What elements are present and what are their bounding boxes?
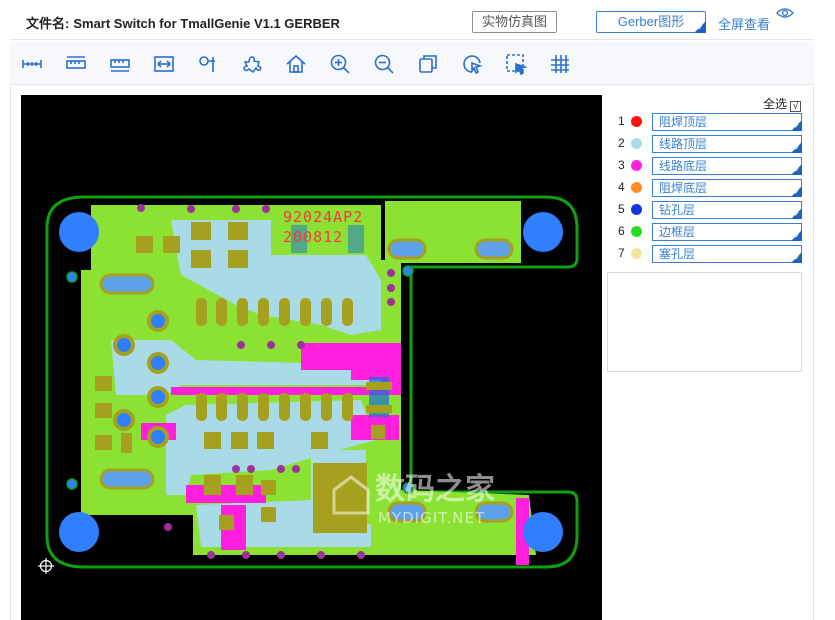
header-bar: 文件名: Smart Switch for TmallGenie V1.1 GER… — [10, 0, 814, 40]
layer-toggle[interactable]: 塞孔层 ✓ — [652, 245, 802, 263]
zoom-out-icon[interactable] — [373, 53, 395, 75]
layer-color-dot — [631, 204, 642, 215]
check-icon: ✓ — [794, 233, 800, 240]
layer-label: 阻焊顶层 — [659, 115, 708, 129]
layer-toggle[interactable]: 线路顶层 ✓ — [652, 135, 802, 153]
grid-icon[interactable] — [549, 53, 571, 75]
watermark-cn: 数码之家 — [375, 472, 495, 507]
silkscreen-text-2: 200812 — [283, 228, 343, 246]
layer-color-dot — [631, 138, 642, 149]
check-icon: ✓ — [794, 255, 800, 262]
home-icon[interactable] — [285, 53, 307, 75]
gerber-canvas[interactable]: 92024AP2 200812 数码之家 MYDIGIT.NET — [21, 95, 602, 620]
layer-row-1[interactable]: 1 阻焊顶层 ✓ — [618, 113, 804, 131]
pcb-board-drawing: 92024AP2 200812 数码之家 MYDIGIT.NET — [38, 195, 579, 574]
silkscreen-text-1: 92024AP2 — [283, 208, 363, 226]
layer-toggle[interactable]: 阻焊底层 ✓ — [652, 179, 802, 197]
check-icon: ✓ — [794, 167, 800, 174]
layer-label: 线路顶层 — [659, 137, 708, 151]
check-icon: ✓ — [794, 123, 800, 130]
layer-toggle[interactable]: 钻孔层 ✓ — [652, 201, 802, 219]
gerber-view-button[interactable]: Gerber图形 ✓ — [596, 11, 706, 33]
measure-distance-icon[interactable] — [21, 53, 43, 75]
zoom-in-icon[interactable] — [329, 53, 351, 75]
layer-toggle[interactable]: 边框层 ✓ — [652, 223, 802, 241]
bottom-layer-5 — [186, 485, 266, 503]
gerber-view-label: Gerber图形 — [617, 14, 685, 29]
layer-number: 3 — [618, 158, 625, 172]
layer-label: 边框层 — [659, 225, 696, 239]
check-icon: ✓ — [794, 189, 800, 196]
simulation-view-button[interactable]: 实物仿真图 — [472, 11, 557, 33]
layer-label: 阻焊底层 — [659, 181, 708, 195]
layer-row-4[interactable]: 4 阻焊底层 ✓ — [618, 179, 804, 197]
layer-toggle[interactable]: 线路底层 ✓ — [652, 157, 802, 175]
layer-row-5[interactable]: 5 钻孔层 ✓ — [618, 201, 804, 219]
pointer-icon[interactable] — [461, 53, 483, 75]
file-name: Smart Switch for TmallGenie V1.1 GERBER — [73, 16, 340, 31]
check-icon: ✓ — [794, 211, 800, 218]
layer-row-3[interactable]: 3 线路底层 ✓ — [618, 157, 804, 175]
layer-label: 塞孔层 — [659, 247, 696, 261]
file-title: 文件名: Smart Switch for TmallGenie V1.1 GER… — [26, 13, 340, 32]
layer-number: 7 — [618, 246, 625, 260]
layer-number: 1 — [618, 114, 625, 128]
layer-color-dot — [631, 226, 642, 237]
layer-row-7[interactable]: 7 塞孔层 ✓ — [618, 245, 804, 263]
copy-icon[interactable] — [417, 53, 439, 75]
layer-number: 5 — [618, 202, 625, 216]
layer-row-6[interactable]: 6 边框层 ✓ — [618, 223, 804, 241]
layer-color-dot — [631, 160, 642, 171]
select-area-icon[interactable] — [505, 53, 527, 75]
fit-width-icon[interactable] — [153, 53, 175, 75]
layer-label: 线路底层 — [659, 159, 708, 173]
layer-row-2[interactable]: 2 线路顶层 ✓ — [618, 135, 804, 153]
select-all-label: 全选 — [763, 97, 788, 111]
watermark-en: MYDIGIT.NET — [378, 509, 485, 527]
info-panel — [607, 272, 802, 372]
select-all-toggle[interactable]: 全选 √ — [763, 95, 802, 112]
layer-color-dot — [631, 116, 642, 127]
measure-horizontal-icon[interactable] — [65, 53, 87, 75]
measure-vertical-icon[interactable] — [109, 53, 131, 75]
layer-number: 2 — [618, 136, 625, 150]
layer-label: 钻孔层 — [659, 203, 696, 217]
layer-color-dot — [631, 248, 642, 259]
eye-icon[interactable] — [776, 7, 794, 19]
layer-color-dot — [631, 182, 642, 193]
origin-crosshair-icon — [38, 558, 54, 574]
layer-toggle[interactable]: 阻焊顶层 ✓ — [652, 113, 802, 131]
smd-component — [366, 377, 392, 417]
check-icon: ✓ — [697, 23, 704, 32]
select-all-checkbox[interactable]: √ — [790, 101, 802, 112]
file-name-label: 文件名: — [26, 16, 70, 31]
layer-number: 6 — [618, 224, 625, 238]
silkscreen-chip-b — [348, 225, 364, 253]
puzzle-icon[interactable] — [241, 53, 263, 75]
fullscreen-link[interactable]: 全屏查看 — [718, 14, 770, 33]
check-icon: ✓ — [794, 145, 800, 152]
toolbar — [10, 41, 814, 85]
probe-icon[interactable] — [197, 53, 219, 75]
layer-number: 4 — [618, 180, 625, 194]
